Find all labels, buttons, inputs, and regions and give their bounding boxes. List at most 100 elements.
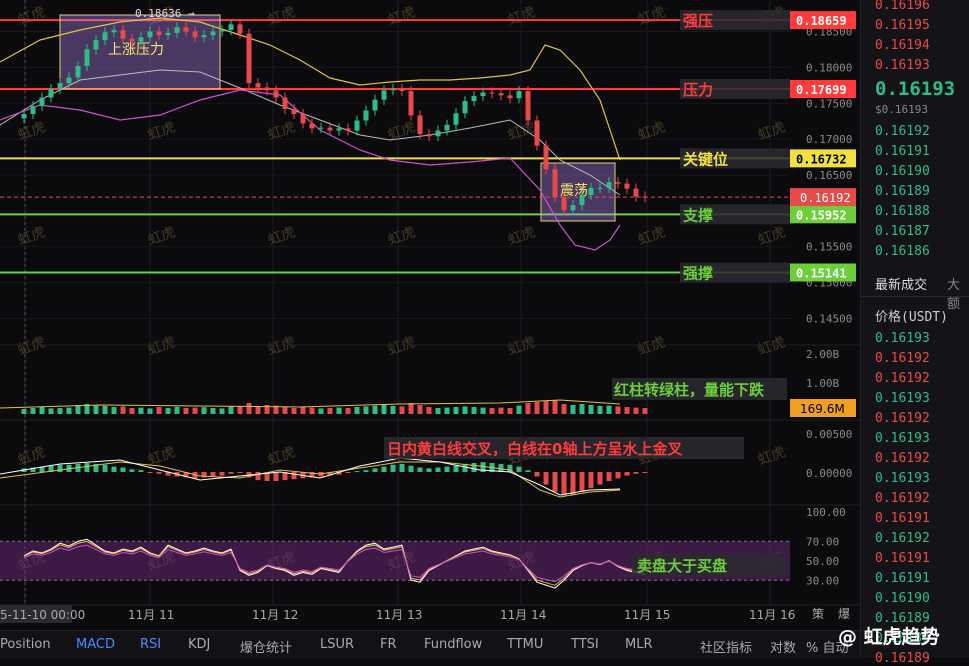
indicator-tab[interactable]: Fundflow	[424, 637, 482, 652]
trade-price: 0.16192	[875, 531, 930, 546]
x-tick-label: 11月 15	[624, 608, 670, 622]
volume-bar	[183, 408, 189, 414]
latest-trades-tab[interactable]: 最新成交	[875, 274, 927, 293]
candle-body	[318, 127, 324, 129]
volume-bar	[174, 406, 180, 414]
candle-body	[300, 114, 306, 124]
candle-body	[174, 27, 180, 33]
box-label: 上涨压力	[108, 42, 164, 58]
indicator-tab[interactable]: 对数	[770, 637, 796, 656]
annotation-macd: 日内黄白线交叉，白线在0轴上方呈水上金叉	[387, 440, 683, 458]
trade-price: 0.16193	[875, 471, 930, 486]
level-label: 强压	[683, 12, 713, 30]
volume-bar	[633, 407, 639, 414]
x-tick-label: 11月 14	[500, 608, 546, 622]
macd-bar	[642, 472, 648, 473]
candle-body	[111, 30, 117, 33]
level-price-text: 0.17699	[796, 83, 847, 97]
trade-price: 0.16193	[875, 331, 930, 346]
candle-body	[507, 95, 513, 99]
candle-body	[255, 83, 261, 88]
candle-body	[408, 91, 414, 116]
volume-bar	[219, 408, 225, 414]
candle-body	[381, 90, 387, 100]
indicator-tab[interactable]: 爆仓统计	[240, 637, 292, 656]
macd-bar	[228, 472, 234, 474]
indicator-tab[interactable]: TTSI	[571, 637, 599, 652]
candle-body	[543, 145, 549, 170]
price-chart[interactable]: 0.185000.180000.175000.170000.165000.160…	[0, 0, 860, 630]
macd-bar	[354, 471, 360, 473]
candle-body	[642, 196, 648, 198]
volume-bar	[138, 407, 144, 414]
axis-button-label: 爆	[838, 607, 850, 621]
volume-bar	[489, 408, 495, 414]
macd-bar	[399, 463, 405, 472]
trade-price: 0.16192	[875, 411, 930, 426]
x-tick-label: 11月 13	[376, 608, 422, 622]
volume-bar	[624, 407, 630, 414]
rsi-tick-label: 100.00	[806, 506, 846, 519]
macd-bar	[237, 472, 243, 473]
volume-bar	[147, 408, 153, 414]
volume-bar	[363, 406, 369, 414]
volume-bar	[390, 406, 396, 414]
level-price-text: 0.18659	[796, 14, 847, 28]
macd-bar	[606, 472, 612, 481]
volume-bar	[588, 405, 594, 414]
macd-bar	[111, 466, 117, 472]
candle-body	[246, 33, 252, 84]
trade-price: 0.16193	[875, 431, 930, 446]
indicator-tab[interactable]: FR	[380, 637, 397, 652]
macd-bar	[561, 472, 567, 496]
ask-price: 0.16196	[875, 0, 930, 13]
macd-bar	[453, 465, 459, 472]
trade-price: 0.16190	[875, 591, 930, 606]
indicator-tab[interactable]: MLR	[625, 637, 653, 652]
bid-price: 0.16189	[875, 184, 930, 199]
macd-bar	[57, 464, 63, 472]
indicator-tab[interactable]: 社区指标	[700, 637, 752, 656]
trade-price: 0.16193	[875, 391, 930, 406]
volume-bar	[417, 405, 423, 414]
indicator-tab[interactable]: RSI	[140, 637, 161, 652]
indicator-tab[interactable]: TTMU	[507, 637, 543, 652]
volume-bar	[525, 403, 531, 414]
trade-price: 0.16192	[875, 351, 930, 366]
macd-bar	[390, 464, 396, 472]
macd-bar	[588, 472, 594, 489]
candle-body	[219, 30, 225, 32]
candle-body	[291, 109, 297, 115]
volume-tick-label: 1.00B	[806, 377, 839, 390]
indicator-tab[interactable]: LSUR	[320, 637, 354, 652]
candle-body	[399, 88, 405, 92]
axis-button-label: 策	[812, 607, 824, 621]
volume-bar	[354, 407, 360, 414]
macd-bar	[516, 466, 522, 472]
candle-body	[102, 32, 108, 41]
ask-price: 0.16194	[875, 38, 930, 53]
macd-bar	[363, 470, 369, 472]
macd-bar	[129, 469, 135, 472]
volume-bar	[111, 407, 117, 414]
candle-body	[561, 197, 567, 211]
level-label: 支撑	[682, 206, 713, 224]
volume-bar	[21, 409, 27, 414]
candle-body	[534, 120, 540, 146]
candle-body	[273, 90, 279, 98]
volume-bar	[579, 404, 585, 414]
indicator-tab[interactable]: MACD	[76, 637, 115, 652]
large-trades-tab[interactable]: 大额	[947, 274, 969, 312]
volume-bar	[426, 407, 432, 414]
candle-body	[516, 91, 522, 99]
volume-bar	[192, 407, 198, 414]
macd-bar	[345, 472, 351, 473]
level-label: 压力	[683, 81, 713, 99]
candle-body	[165, 32, 171, 36]
candle-body	[435, 130, 441, 137]
indicator-tab[interactable]: KDJ	[188, 637, 210, 652]
volume-bar	[444, 407, 450, 414]
indicator-tab[interactable]: Position	[0, 637, 51, 652]
candle-body	[579, 195, 585, 206]
volume-bar	[516, 405, 522, 414]
